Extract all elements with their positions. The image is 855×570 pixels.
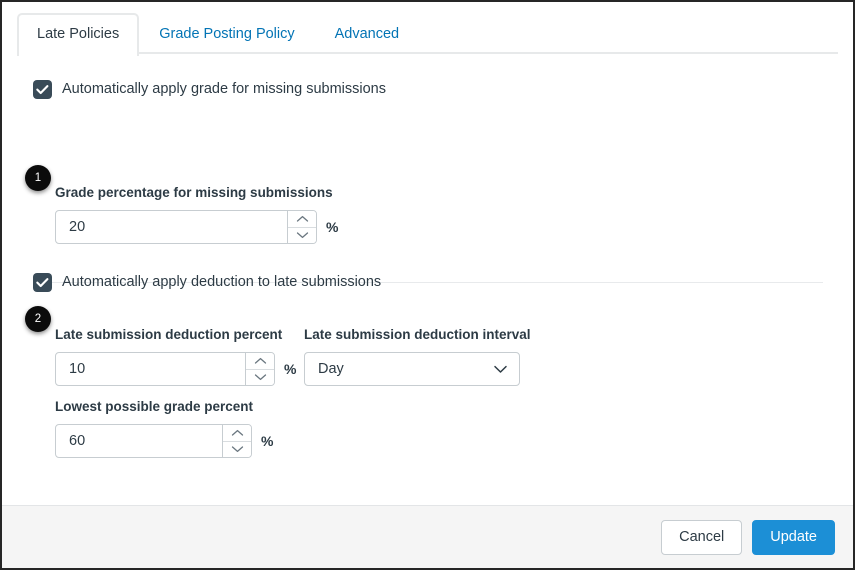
tab-advanced-label: Advanced [334,25,400,42]
step-badge-1-number: 1 [34,172,42,184]
lowest-grade-percent-decrement-button[interactable] [223,441,251,457]
grade-percentage-decrement-button[interactable] [288,227,316,243]
late-deduction-interval-label: Late submission deduction interval [304,327,531,342]
late-submission-checkbox-label: Automatically apply deduction to late su… [62,274,382,291]
grade-percentage-unit: % [326,219,339,235]
late-deduction-percent-decrement-button[interactable] [246,369,274,385]
lowest-grade-percent-spinner [222,425,251,457]
late-submission-checkbox-row[interactable]: Automatically apply deduction to late su… [33,273,381,292]
late-deduction-percent-spinner [245,353,274,385]
late-deduction-percent-input[interactable]: 10 [56,353,245,385]
tab-bar: Late Policies Grade Posting Policy Advan… [2,2,853,56]
grade-percentage-increment-button[interactable] [288,211,316,228]
update-button-label: Update [770,529,817,545]
grade-percentage-input-wrapper[interactable]: 20 [55,210,317,244]
step-badge-2-number: 2 [34,313,42,325]
grade-percentage-label: Grade percentage for missing submissions [55,185,333,200]
missing-submission-checkbox[interactable] [33,80,52,99]
lowest-grade-percent-input[interactable]: 60 [56,425,222,457]
late-submission-checkbox[interactable] [33,273,52,292]
lowest-grade-percent-input-wrapper[interactable]: 60 [55,424,252,458]
late-policies-panel: Late Policies Grade Posting Policy Advan… [0,0,855,570]
late-deduction-percent-field: 10 % [55,352,296,386]
late-deduction-percent-unit: % [284,361,297,377]
grade-percentage-input[interactable]: 20 [56,211,287,243]
late-deduction-percent-label: Late submission deduction percent [55,327,283,342]
update-button[interactable]: Update [752,519,835,555]
tab-advanced[interactable]: Advanced [315,13,420,55]
panel-content: Automatically apply grade for missing su… [2,54,853,505]
tab-grade-posting-policy[interactable]: Grade Posting Policy [139,13,314,55]
lowest-grade-percent-increment-button[interactable] [223,425,251,442]
grade-percentage-spinner [287,211,316,243]
late-deduction-interval-value: Day [318,361,344,377]
grade-percentage-field: 20 % [55,210,338,244]
missing-submission-checkbox-row[interactable]: Automatically apply grade for missing su… [33,80,386,99]
chevron-down-icon [493,364,508,374]
tab-grade-posting-policy-label: Grade Posting Policy [159,25,295,42]
late-deduction-percent-input-wrapper[interactable]: 10 [55,352,275,386]
tab-late-policies[interactable]: Late Policies [17,12,140,56]
tab-list: Late Policies Grade Posting Policy Advan… [17,2,420,56]
step-badge-1: 1 [25,165,51,191]
step-badge-2: 2 [25,306,51,332]
late-deduction-percent-increment-button[interactable] [246,353,274,370]
cancel-button[interactable]: Cancel [661,519,743,555]
lowest-grade-percent-label: Lowest possible grade percent [55,399,254,414]
tab-late-policies-label: Late Policies [37,25,120,42]
late-deduction-interval-select[interactable]: Day [304,352,520,386]
dialog-footer: Cancel Update [2,505,853,568]
missing-submission-checkbox-label: Automatically apply grade for missing su… [62,81,386,98]
lowest-grade-percent-unit: % [261,433,274,449]
cancel-button-label: Cancel [679,529,725,545]
lowest-grade-percent-field: 60 % [55,424,273,458]
